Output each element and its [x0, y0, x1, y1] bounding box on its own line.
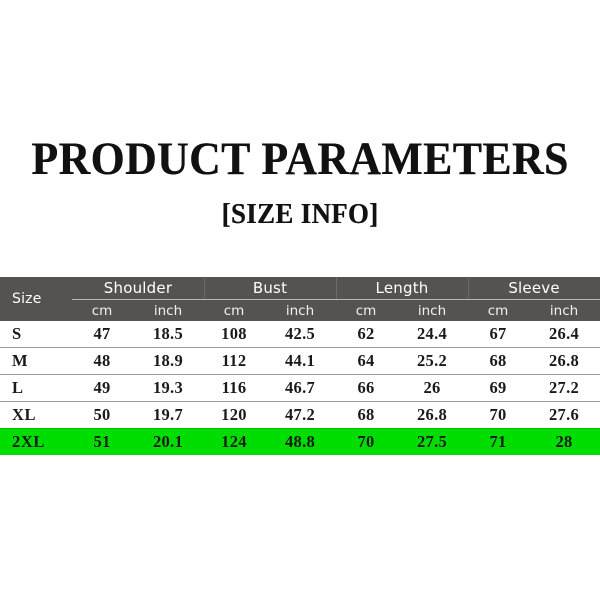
cell-sleeve-cm: 67 [468, 321, 529, 348]
cell-size: XL [0, 401, 72, 429]
cell-sleeve-cm: 71 [468, 428, 529, 455]
unit-header-bust-cm: cm [204, 299, 264, 321]
cell-bust-inch: 48.8 [264, 428, 337, 455]
cell-shoulder-cm: 51 [72, 428, 132, 455]
cell-length-cm: 64 [336, 347, 397, 375]
column-group-sleeve: Sleeve [468, 277, 600, 300]
cell-length-inch: 25.2 [396, 347, 469, 375]
cell-sleeve-inch: 27.2 [528, 374, 600, 402]
cell-size: 2XL [0, 428, 72, 455]
cell-bust-cm: 116 [204, 374, 264, 402]
table-row: XL 50 19.7 120 47.2 68 26.8 70 27.6 [0, 401, 600, 429]
cell-bust-inch: 47.2 [264, 401, 337, 429]
cell-size: M [0, 347, 72, 375]
cell-sleeve-inch: 26.8 [528, 347, 600, 375]
table-row: M 48 18.9 112 44.1 64 25.2 68 26.8 [0, 347, 600, 375]
cell-shoulder-inch: 20.1 [132, 428, 204, 455]
cell-length-cm: 68 [336, 401, 397, 429]
cell-sleeve-inch: 26.4 [528, 321, 600, 348]
cell-shoulder-cm: 47 [72, 321, 132, 348]
cell-sleeve-cm: 68 [468, 347, 529, 375]
cell-sleeve-cm: 70 [468, 401, 529, 429]
cell-bust-inch: 42.5 [264, 321, 337, 348]
cell-sleeve-cm: 69 [468, 374, 529, 402]
table-row-highlighted: 2XL 51 20.1 124 48.8 70 27.5 71 28 [0, 428, 600, 455]
cell-shoulder-inch: 18.9 [132, 347, 204, 375]
cell-length-inch: 26.8 [396, 401, 469, 429]
cell-sleeve-inch: 28 [528, 428, 600, 455]
size-chart-table: Size Shoulder Bust Length Sleeve cm inch… [0, 277, 600, 455]
table-row: S 47 18.5 108 42.5 62 24.4 67 26.4 [0, 321, 600, 348]
title-block: PRODUCT PARAMETERS [SIZE INFO] [0, 134, 600, 230]
cell-length-inch: 27.5 [396, 428, 469, 455]
size-chart-page: PRODUCT PARAMETERS [SIZE INFO] Size Shou… [0, 0, 600, 600]
column-group-length: Length [336, 277, 469, 300]
unit-header-shoulder-cm: cm [72, 299, 132, 321]
cell-bust-cm: 124 [204, 428, 264, 455]
cell-shoulder-cm: 48 [72, 347, 132, 375]
unit-header-sleeve-inch: inch [528, 299, 600, 321]
cell-shoulder-cm: 49 [72, 374, 132, 402]
cell-bust-cm: 120 [204, 401, 264, 429]
cell-length-cm: 66 [336, 374, 397, 402]
unit-header-length-cm: cm [336, 299, 397, 321]
page-subtitle: [SIZE INFO] [221, 198, 379, 230]
cell-sleeve-inch: 27.6 [528, 401, 600, 429]
page-title: PRODUCT PARAMETERS [31, 133, 569, 185]
cell-size: L [0, 374, 72, 402]
column-group-bust: Bust [204, 277, 337, 300]
cell-length-cm: 70 [336, 428, 397, 455]
unit-header-sleeve-cm: cm [468, 299, 529, 321]
cell-length-inch: 26 [396, 374, 469, 402]
cell-shoulder-cm: 50 [72, 401, 132, 429]
table-header: Size Shoulder Bust Length Sleeve cm inch… [0, 277, 600, 321]
cell-bust-inch: 46.7 [264, 374, 337, 402]
cell-shoulder-inch: 18.5 [132, 321, 204, 348]
cell-shoulder-inch: 19.3 [132, 374, 204, 402]
table-row: L 49 19.3 116 46.7 66 26 69 27.2 [0, 374, 600, 402]
cell-length-cm: 62 [336, 321, 397, 348]
table-header-unit-row: cm inch cm inch cm inch cm inch [0, 299, 600, 321]
cell-shoulder-inch: 19.7 [132, 401, 204, 429]
unit-header-length-inch: inch [396, 299, 469, 321]
unit-header-bust-inch: inch [264, 299, 337, 321]
column-group-shoulder: Shoulder [72, 277, 204, 300]
unit-header-shoulder-inch: inch [132, 299, 204, 321]
cell-bust-inch: 44.1 [264, 347, 337, 375]
cell-length-inch: 24.4 [396, 321, 469, 348]
cell-bust-cm: 108 [204, 321, 264, 348]
column-header-size: Size [0, 277, 72, 321]
table-header-group-row: Size Shoulder Bust Length Sleeve [0, 277, 600, 321]
table-body: S 47 18.5 108 42.5 62 24.4 67 26.4 M 48 … [0, 321, 600, 455]
cell-bust-cm: 112 [204, 347, 264, 375]
cell-size: S [0, 321, 72, 348]
